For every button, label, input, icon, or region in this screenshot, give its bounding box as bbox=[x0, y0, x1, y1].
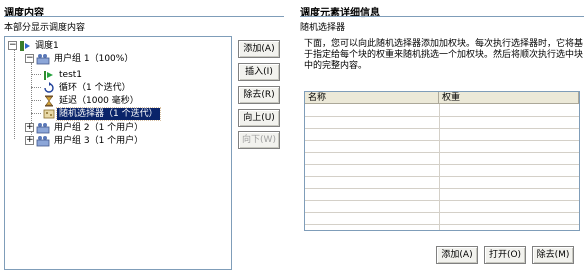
tree-node-label: 调度1 bbox=[35, 40, 59, 51]
insert-button[interactable]: 插入(I) bbox=[238, 63, 280, 81]
schedule-tree[interactable]: − 调度1 − 用户组 1（100%） test1 循环（1 个迭代） 延迟（1… bbox=[4, 36, 232, 270]
left-title-underline bbox=[4, 16, 284, 17]
tree-node-label: 用户组 3（1 个用户） bbox=[54, 135, 144, 146]
test-step-icon bbox=[43, 69, 55, 81]
remove-button[interactable]: 除去(R) bbox=[238, 86, 280, 104]
left-panel-subtitle: 本部分显示调度内容 bbox=[4, 23, 86, 33]
tree-node-label: 用户组 1（100%） bbox=[54, 53, 134, 64]
open-block-button[interactable]: 打开(O) bbox=[484, 246, 526, 264]
tree-node-label: 延迟（1000 毫秒） bbox=[59, 95, 139, 106]
collapse-toggle-icon[interactable]: − bbox=[8, 41, 17, 50]
tree-node-delay[interactable]: 延迟（1000 毫秒） bbox=[43, 94, 141, 107]
user-group-icon bbox=[36, 53, 50, 65]
add-block-button[interactable]: 添加(A) bbox=[436, 246, 478, 264]
expand-toggle-icon[interactable]: + bbox=[25, 123, 34, 132]
collapse-toggle-icon[interactable]: − bbox=[25, 54, 34, 63]
weighted-blocks-table[interactable]: 名称 权重 bbox=[304, 91, 580, 231]
user-group-icon bbox=[36, 122, 50, 134]
tree-node-random-selector[interactable]: 随机选择器（1 个迭代） bbox=[43, 106, 161, 121]
random-selector-icon bbox=[43, 108, 55, 120]
tree-node-user-group-3[interactable]: + 用户组 3（1 个用户） bbox=[25, 134, 145, 147]
move-up-button[interactable]: 向上(U) bbox=[238, 109, 280, 127]
tree-node-user-group-2[interactable]: + 用户组 2（1 个用户） bbox=[25, 121, 145, 134]
user-group-icon bbox=[36, 135, 50, 147]
right-title-underline bbox=[300, 16, 584, 17]
tree-node-schedule[interactable]: − 调度1 bbox=[8, 39, 61, 52]
selector-description: 下面，您可以向此随机选择器添加加权块。每次执行选择器时，它将基于指定给每个块的权… bbox=[304, 39, 584, 71]
hourglass-icon bbox=[43, 95, 55, 107]
tree-node-test1[interactable]: test1 bbox=[43, 68, 84, 81]
tree-node-loop[interactable]: 循环（1 个迭代） bbox=[43, 81, 133, 94]
schedule-icon bbox=[19, 40, 31, 52]
add-button[interactable]: 添加(A) bbox=[238, 40, 280, 58]
move-down-button[interactable]: 向下(W) bbox=[238, 131, 280, 149]
column-header-weight[interactable]: 权重 bbox=[439, 92, 579, 104]
tree-node-label: 用户组 2（1 个用户） bbox=[54, 122, 144, 133]
expand-toggle-icon[interactable]: + bbox=[25, 136, 34, 145]
tree-node-user-group-1[interactable]: − 用户组 1（100%） bbox=[25, 52, 135, 65]
loop-icon bbox=[43, 81, 55, 94]
tree-node-label: 随机选择器（1 个迭代） bbox=[56, 106, 161, 121]
tree-node-label: 循环（1 个迭代） bbox=[59, 82, 131, 93]
right-panel-subtitle: 随机选择器 bbox=[300, 23, 346, 33]
tree-node-label: test1 bbox=[59, 69, 83, 80]
column-header-name[interactable]: 名称 bbox=[305, 92, 439, 104]
remove-block-button[interactable]: 除去(M) bbox=[532, 246, 574, 264]
